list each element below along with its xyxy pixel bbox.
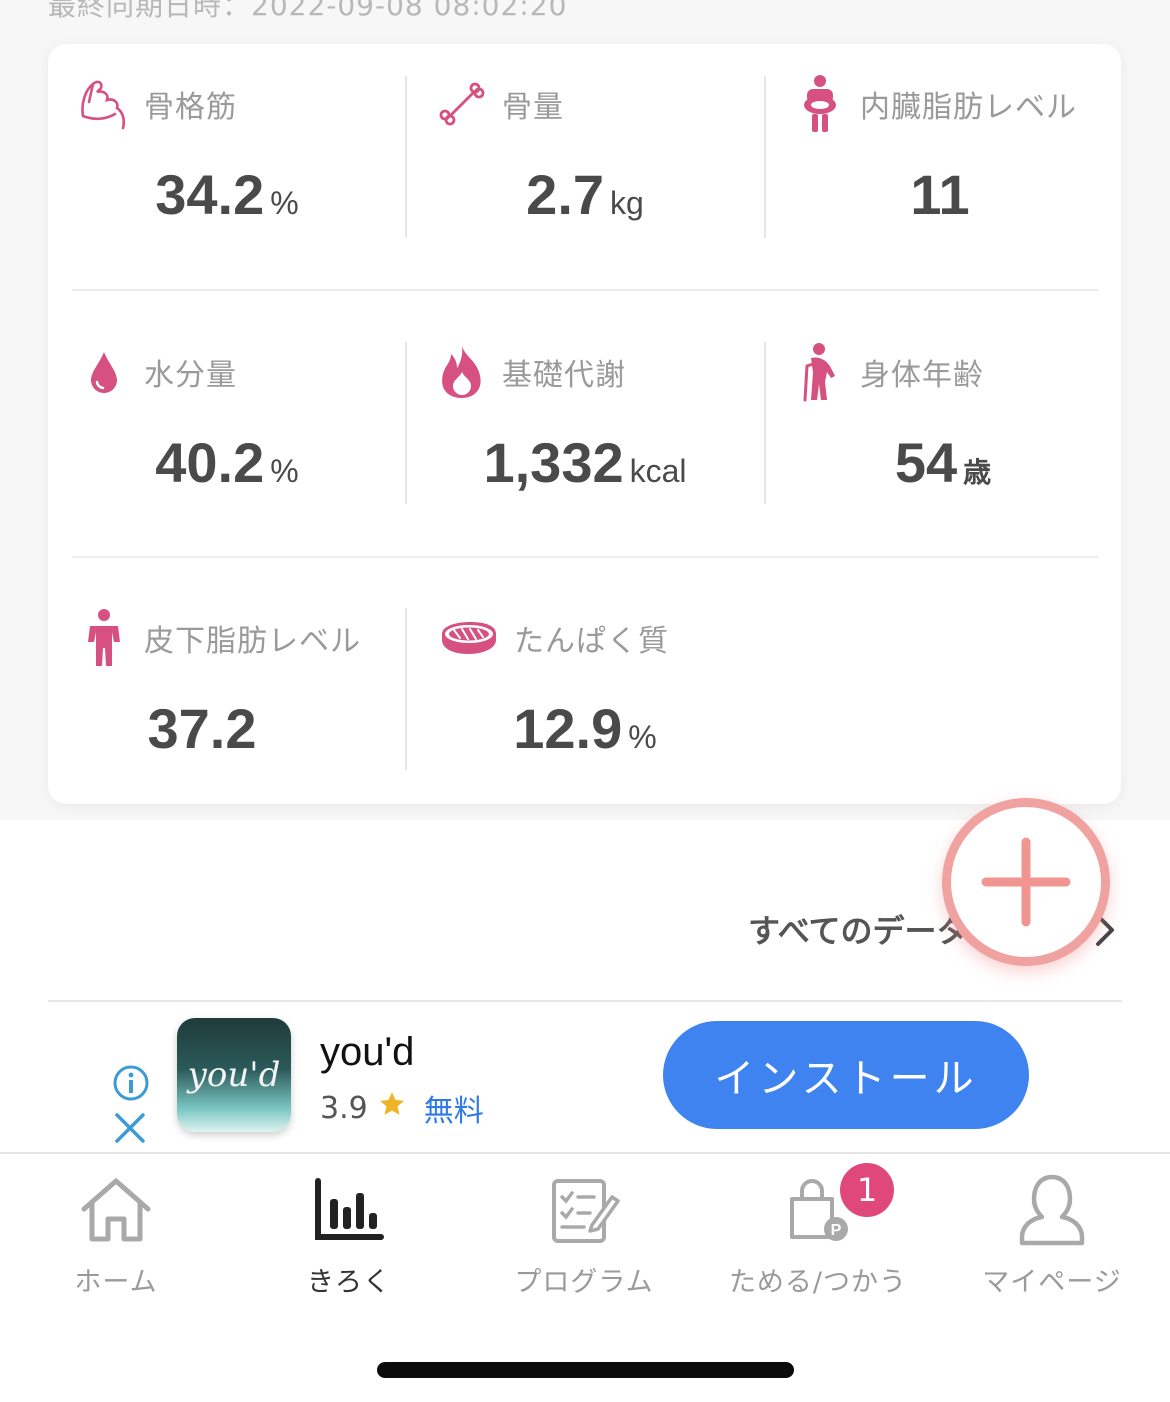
body-composition-card: 骨格筋 34.2% 骨量 2.7 kg 内臓脂肪レベル 11 水分量 40.2 … — [48, 44, 1121, 804]
elderly-person-icon — [794, 342, 846, 402]
install-button[interactable]: インストール — [663, 1021, 1029, 1129]
metric-bone-mass[interactable]: 骨量 2.7 kg — [406, 44, 764, 244]
star-icon — [378, 1090, 406, 1126]
tab-label: マイページ — [982, 1267, 1122, 1298]
plus-icon — [981, 837, 1071, 927]
metric-unit: % — [270, 185, 299, 221]
metric-value: 37.2 — [147, 697, 257, 760]
metric-label: 身体年齢 — [860, 358, 984, 393]
metric-label: 水分量 — [144, 358, 237, 393]
tab-label: ためる/つかう — [728, 1267, 908, 1298]
metric-label: たんぱく質 — [514, 624, 669, 659]
home-indicator — [377, 1362, 794, 1378]
metric-unit: kg — [610, 185, 644, 221]
tab-label: きろく — [307, 1267, 391, 1298]
metric-subcutaneous-fat[interactable]: 皮下脂肪レベル 37.2 — [48, 578, 406, 778]
water-drop-icon — [78, 342, 130, 402]
metric-label: 骨量 — [502, 90, 564, 125]
home-icon — [16, 1168, 216, 1252]
metric-skeletal-muscle[interactable]: 骨格筋 34.2% — [48, 44, 406, 244]
tab-program[interactable]: プログラム — [484, 1168, 684, 1298]
metric-body-water[interactable]: 水分量 40.2% — [48, 312, 406, 512]
add-record-button[interactable] — [942, 798, 1110, 966]
bar-chart-icon — [249, 1168, 449, 1252]
meat-icon — [436, 608, 500, 668]
tab-label: プログラム — [514, 1267, 654, 1298]
metric-visceral-fat[interactable]: 内臓脂肪レベル 11 — [764, 44, 1122, 244]
bone-icon — [436, 74, 488, 134]
metric-value: 11 — [910, 163, 970, 226]
metric-body-age[interactable]: 身体年齢 54 歳 — [764, 312, 1122, 512]
muscle-icon — [78, 74, 130, 134]
user-icon — [952, 1168, 1152, 1252]
metric-value: 34.2 — [155, 163, 265, 226]
metric-value: 12.9 — [513, 697, 623, 760]
row-divider — [72, 289, 1098, 291]
ad-price: 無料 — [423, 1094, 484, 1129]
metric-label: 皮下脂肪レベル — [144, 624, 361, 659]
info-icon[interactable] — [112, 1064, 150, 1106]
person-icon — [78, 608, 130, 668]
ad-app-name[interactable]: you'd — [320, 1030, 414, 1075]
ad-app-logo[interactable]: you'd — [177, 1018, 291, 1132]
metric-unit: % — [628, 719, 657, 755]
metric-basal-metabolism[interactable]: 基礎代謝 1,332 kcal — [406, 312, 764, 512]
metric-value: 2.7 — [526, 163, 605, 226]
visceral-fat-icon — [794, 74, 846, 134]
metric-value: 1,332 — [483, 431, 624, 494]
flame-icon — [436, 342, 488, 402]
metric-label: 骨格筋 — [144, 90, 237, 125]
tab-home[interactable]: ホーム — [16, 1168, 216, 1298]
metric-value: 54 — [894, 431, 958, 494]
ad-rating: 3.9 — [320, 1090, 368, 1126]
ad-logo-text: you'd — [187, 1055, 281, 1095]
close-icon[interactable] — [114, 1112, 146, 1148]
tab-label: ホーム — [74, 1267, 158, 1298]
checklist-icon — [484, 1168, 684, 1252]
row-divider — [72, 556, 1098, 558]
last-sync-timestamp: 最終同期日時：2022-09-08 08:02:20 — [48, 0, 568, 22]
metric-value: 40.2 — [155, 431, 265, 494]
svg-text:P: P — [831, 1222, 842, 1239]
notification-badge: 1 — [840, 1163, 894, 1217]
metric-unit: kcal — [629, 453, 687, 489]
metric-unit: % — [270, 453, 299, 489]
ad-meta: 3.9 無料 — [320, 1086, 484, 1130]
metric-unit: 歳 — [963, 456, 992, 489]
all-data-link[interactable]: すべてのデータ — [748, 906, 968, 952]
tab-records[interactable]: きろく — [249, 1168, 449, 1298]
metric-protein[interactable]: たんぱく質 12.9% — [406, 578, 764, 778]
metric-label: 基礎代謝 — [502, 358, 626, 393]
metric-label: 内臓脂肪レベル — [860, 90, 1077, 125]
tab-mypage[interactable]: マイページ — [952, 1168, 1152, 1298]
